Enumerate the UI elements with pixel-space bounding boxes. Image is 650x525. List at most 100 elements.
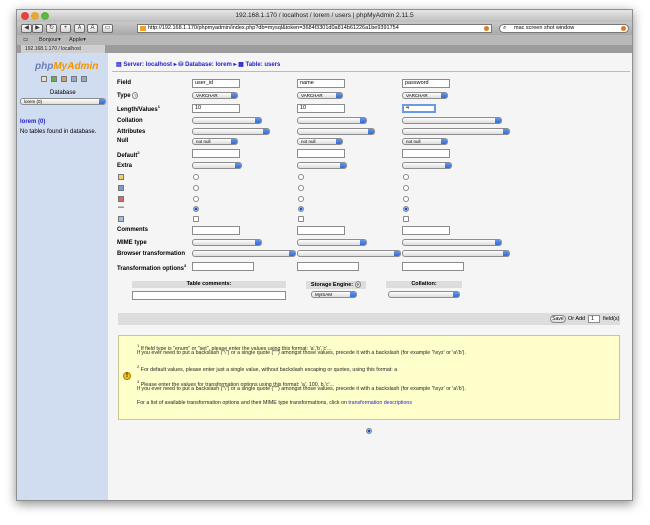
database-select[interactable]: lorem (0) bbox=[20, 98, 106, 105]
close-button[interactable] bbox=[21, 12, 29, 20]
field-name-input[interactable]: password bbox=[402, 79, 450, 88]
breadcrumb-database[interactable]: Database: lorem bbox=[185, 62, 232, 68]
default-input[interactable] bbox=[297, 149, 345, 158]
home-icon[interactable] bbox=[41, 76, 47, 82]
divider bbox=[112, 71, 630, 72]
extra-select[interactable] bbox=[192, 162, 242, 169]
table-comments-label: Table comments: bbox=[132, 281, 286, 288]
fulltext-checkbox[interactable] bbox=[298, 216, 304, 222]
transformation-options-input[interactable] bbox=[402, 262, 464, 271]
title-bar: 192.168.1.170 / localhost / lorem / user… bbox=[17, 10, 632, 22]
attributes-select[interactable] bbox=[297, 128, 375, 135]
tab-current[interactable]: 192.168.1.170 / localhost bbox=[21, 45, 105, 53]
unique-radio[interactable] bbox=[193, 196, 199, 202]
transformation-descriptions-link[interactable]: transformation descriptions bbox=[348, 400, 412, 406]
unique-icon bbox=[118, 196, 124, 202]
db-link-lorem[interactable]: lorem (0) bbox=[20, 119, 45, 125]
reload-nav-icon[interactable] bbox=[81, 76, 87, 82]
engine-help-icon[interactable]: ? bbox=[354, 281, 362, 288]
no-index-radio[interactable] bbox=[298, 206, 304, 212]
collation-select[interactable] bbox=[297, 117, 367, 124]
length-input[interactable]: 10 bbox=[192, 104, 240, 113]
null-select[interactable]: not null bbox=[192, 138, 238, 145]
collation-select[interactable] bbox=[402, 117, 502, 124]
comments-input[interactable] bbox=[192, 226, 240, 235]
docs-icon[interactable] bbox=[61, 76, 67, 82]
default-input[interactable] bbox=[402, 149, 450, 158]
attributes-select[interactable] bbox=[402, 128, 510, 135]
browser-transformation-select[interactable] bbox=[192, 250, 296, 257]
extra-select[interactable] bbox=[402, 162, 452, 169]
mime-select[interactable] bbox=[297, 239, 367, 246]
minimize-button[interactable] bbox=[31, 12, 39, 20]
reload-button[interactable]: ↻ bbox=[46, 24, 57, 33]
null-select[interactable]: not null bbox=[402, 138, 448, 145]
field-name-input[interactable]: name bbox=[297, 79, 345, 88]
label-mime: MIME type bbox=[117, 240, 147, 246]
server-icon: ▤ bbox=[116, 62, 122, 68]
query-window-icon[interactable] bbox=[71, 76, 77, 82]
text-smaller-button[interactable]: A bbox=[74, 24, 85, 33]
extra-select[interactable] bbox=[297, 162, 347, 169]
transformation-options-input[interactable] bbox=[297, 262, 359, 271]
attributes-select[interactable] bbox=[192, 128, 270, 135]
type-select[interactable]: VARCHAR bbox=[297, 92, 343, 99]
bookmarks-icon[interactable]: ▭ bbox=[23, 35, 28, 45]
add-bookmark-button[interactable]: + bbox=[60, 24, 71, 33]
back-button[interactable]: ◀ bbox=[21, 24, 32, 33]
mime-select[interactable] bbox=[192, 239, 262, 246]
phpmyadmin-logo[interactable]: phpMyAdmin bbox=[35, 61, 98, 72]
null-select[interactable]: not null bbox=[297, 138, 343, 145]
bookmark-bonjour[interactable]: Bonjour▾ bbox=[39, 35, 61, 45]
length-input[interactable]: 10 bbox=[297, 104, 345, 113]
rss-icon[interactable] bbox=[484, 26, 489, 31]
fulltext-checkbox[interactable] bbox=[403, 216, 409, 222]
length-input[interactable]: 4 bbox=[402, 104, 436, 113]
sql-icon[interactable] bbox=[51, 76, 57, 82]
index-radio[interactable] bbox=[298, 185, 304, 191]
browser-transformation-select[interactable] bbox=[402, 250, 510, 257]
browser-transformation-select[interactable] bbox=[297, 250, 401, 257]
breadcrumb-table[interactable]: Table: users bbox=[245, 62, 280, 68]
table-collation-select[interactable] bbox=[388, 291, 460, 298]
search-clear-icon[interactable] bbox=[621, 26, 626, 31]
default-input[interactable] bbox=[192, 149, 240, 158]
type-select[interactable]: VARCHAR bbox=[192, 92, 238, 99]
no-index-radio[interactable] bbox=[403, 206, 409, 212]
label-comments: Comments bbox=[117, 227, 149, 233]
primary-radio[interactable] bbox=[403, 174, 409, 180]
comments-input[interactable] bbox=[402, 226, 450, 235]
bookmarks-bar: ▭ Bonjour▾ Apple▾ bbox=[17, 35, 632, 45]
table-comments-input[interactable] bbox=[132, 291, 286, 300]
page-icon-button[interactable]: ▭ bbox=[102, 24, 113, 33]
collation-select[interactable] bbox=[192, 117, 262, 124]
no-tables-text: No tables found in database. bbox=[20, 129, 97, 135]
fulltext-icon bbox=[118, 216, 124, 222]
breadcrumb-server[interactable]: Server: localhost bbox=[123, 62, 172, 68]
field-name-input[interactable]: user_id bbox=[192, 79, 240, 88]
storage-engine-select[interactable]: MyISAM bbox=[311, 291, 357, 298]
search-field[interactable]: ⌕ mac screen shot window bbox=[499, 24, 629, 33]
transformation-options-input[interactable] bbox=[192, 262, 254, 271]
mime-select[interactable] bbox=[402, 239, 502, 246]
address-bar[interactable]: http://192.168.1.170/phpmyadmin/index.ph… bbox=[137, 24, 492, 33]
type-help-icon[interactable]: ? bbox=[132, 92, 139, 99]
index-radio[interactable] bbox=[193, 185, 199, 191]
add-fields-input[interactable]: 1 bbox=[588, 315, 600, 323]
fulltext-checkbox[interactable] bbox=[193, 216, 199, 222]
primary-radio[interactable] bbox=[298, 174, 304, 180]
save-button[interactable]: Save bbox=[550, 315, 566, 323]
comments-input[interactable] bbox=[297, 226, 345, 235]
zoom-button[interactable] bbox=[41, 12, 49, 20]
window-title: 192.168.1.170 / localhost / lorem / user… bbox=[235, 12, 414, 19]
primary-radio[interactable] bbox=[193, 174, 199, 180]
unique-radio[interactable] bbox=[298, 196, 304, 202]
footer-icon[interactable] bbox=[366, 428, 372, 434]
no-index-radio[interactable] bbox=[193, 206, 199, 212]
bookmark-apple[interactable]: Apple▾ bbox=[69, 35, 86, 45]
type-select[interactable]: VARCHAR bbox=[402, 92, 448, 99]
unique-radio[interactable] bbox=[403, 196, 409, 202]
forward-button[interactable]: ▶ bbox=[32, 24, 43, 33]
text-bigger-button[interactable]: A bbox=[87, 24, 98, 33]
index-radio[interactable] bbox=[403, 185, 409, 191]
